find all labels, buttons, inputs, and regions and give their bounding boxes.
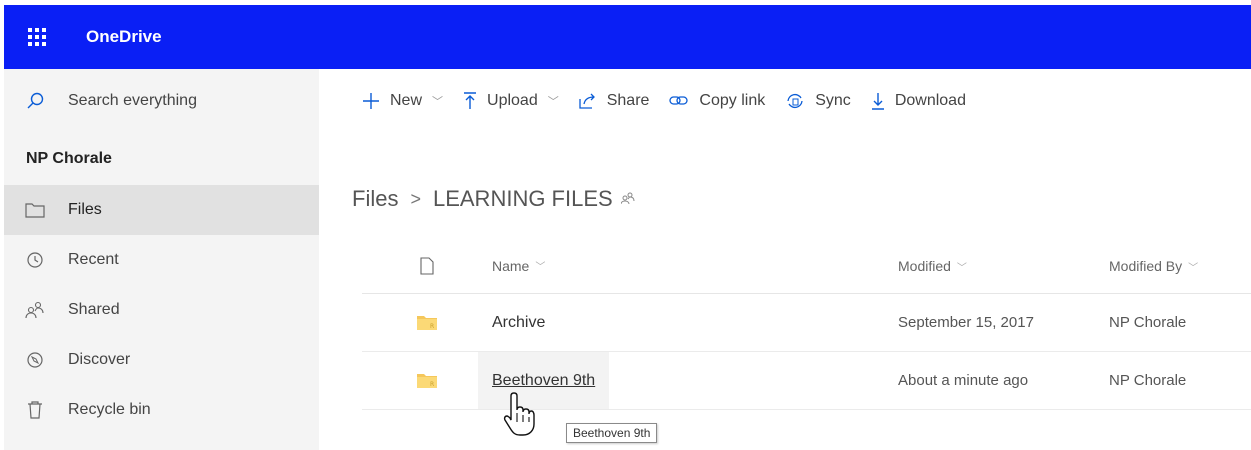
hand-cursor-icon [502,391,538,442]
nav-item-label: Recent [68,251,119,268]
chevron-down-icon: ﹀ [535,262,546,273]
people-icon [22,301,48,319]
file-list: Name ﹀ Modified ﹀ Modified By ﹀ R Archive S… [362,238,1251,410]
app-launcher-button[interactable] [4,5,70,69]
chevron-down-icon: ﹀ [1188,262,1199,274]
svg-text:R: R [430,323,434,330]
nav-item-label: Discover [68,351,131,368]
nav-item-recycle-bin[interactable]: Recycle bin [4,385,319,435]
shared-people-icon [620,192,635,207]
search-box[interactable]: Search everything [4,69,319,133]
compass-icon [22,351,48,369]
download-button[interactable]: Download [871,92,966,110]
upload-label: Upload [487,92,538,109]
sync-label: Sync [815,92,851,109]
new-label: New [390,92,423,109]
nav-item-label: Files [68,201,102,218]
modified-by: NP Chorale [1109,372,1187,389]
nav-item-recent[interactable]: Recent [4,235,319,285]
chevron-down-icon: ﹀ [956,262,967,274]
column-header-name[interactable]: Name ﹀ [492,238,898,293]
tooltip: Beethoven 9th [566,423,658,443]
column-header-modified[interactable]: Modified ﹀ [898,258,1109,274]
svg-text:R: R [430,381,434,388]
modified-date: September 15, 2017 [898,314,1034,331]
trash-icon [22,401,48,419]
search-icon [22,92,48,110]
link-icon [669,94,689,108]
new-button[interactable]: New ﹀ [362,92,443,110]
breadcrumb-root[interactable]: Files [352,186,398,212]
left-navigation: Search everything NP Chorale Files Recen… [4,69,319,450]
shared-folder-icon: R [362,373,492,388]
column-header-modified-by[interactable]: Modified By ﹀ [1109,258,1251,274]
nav-item-files[interactable]: Files [4,185,319,235]
share-icon [579,93,597,109]
clock-icon [22,251,48,269]
copy-link-label: Copy link [699,92,766,109]
chevron-right-icon: > [410,188,421,209]
download-label: Download [894,92,966,109]
suite-bar: OneDrive [4,5,1251,69]
list-header: Name ﹀ Modified ﹀ Modified By ﹀ [362,238,1251,294]
download-icon [871,92,885,110]
chevron-down-icon: ﹀ [432,96,444,108]
file-name-link[interactable]: Archive [492,314,545,332]
modified-date: About a minute ago [898,372,1029,389]
search-placeholder: Search everything [68,92,197,109]
file-type-header-icon[interactable] [362,256,492,275]
site-title: NP Chorale [26,150,112,167]
nav-item-shared[interactable]: Shared [4,285,319,335]
file-name-link[interactable]: Beethoven 9th [492,372,595,390]
app-title[interactable]: OneDrive [86,27,162,47]
share-button[interactable]: Share [579,92,650,110]
modified-by: NP Chorale [1109,314,1187,331]
table-row[interactable]: R Beethoven 9th About a minute ago NP Ch… [362,352,1251,410]
folder-icon [22,202,48,218]
plus-icon [362,92,380,110]
waffle-icon [28,28,46,46]
sync-icon [785,92,805,110]
sync-button[interactable]: Sync [785,92,851,110]
shared-folder-icon: R [362,315,492,330]
copy-link-button[interactable]: Copy link [669,92,765,110]
nav-item-label: Recycle bin [68,401,151,418]
command-bar: New ﹀ Upload ﹀ Share Copy link Sync Down… [319,69,1251,133]
upload-button[interactable]: Upload ﹀ [463,92,559,110]
table-row[interactable]: R Archive September 15, 2017 NP Chorale [362,294,1251,352]
breadcrumb: Files > LEARNING FILES [352,186,635,212]
nav-item-label: Shared [68,301,120,318]
nav-item-discover[interactable]: Discover [4,335,319,385]
upload-icon [463,92,477,110]
share-label: Share [606,92,650,109]
breadcrumb-current: LEARNING FILES [432,186,613,211]
chevron-down-icon: ﹀ [547,96,559,108]
